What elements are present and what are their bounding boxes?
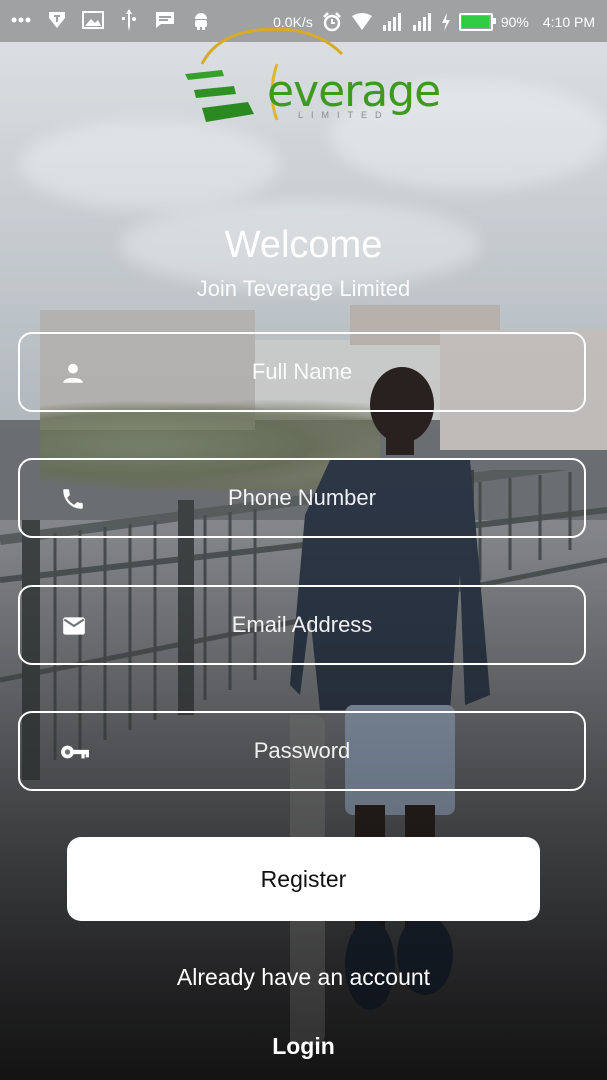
- battery-icon: [458, 13, 496, 31]
- full-name-input[interactable]: [20, 334, 584, 410]
- logo-tagline: LIMITED: [298, 110, 390, 120]
- usb-icon: [118, 9, 140, 31]
- email-address-input[interactable]: [20, 587, 584, 663]
- password-input[interactable]: [20, 713, 584, 789]
- full-name-field[interactable]: [18, 332, 586, 412]
- image-icon: [82, 9, 104, 31]
- battery-level: 90%: [500, 14, 529, 30]
- company-logo: everage LIMITED: [182, 24, 441, 134]
- clock: 4:10 PM: [542, 14, 595, 30]
- password-field[interactable]: [18, 711, 586, 791]
- email-address-field[interactable]: [18, 585, 586, 665]
- phone-number-input[interactable]: [20, 460, 584, 536]
- login-link[interactable]: Login: [0, 1033, 607, 1060]
- tv-app-icon: [46, 9, 68, 31]
- already-have-account-text: Already have an account: [176, 964, 431, 990]
- message-icon: [154, 9, 176, 31]
- register-button[interactable]: Register: [67, 837, 540, 921]
- more-icon: [10, 9, 32, 31]
- charging-icon: [441, 11, 451, 33]
- page-title: Welcome: [224, 224, 383, 266]
- phone-number-field[interactable]: [18, 458, 586, 538]
- page-subtitle: Join Teverage Limited: [196, 276, 411, 301]
